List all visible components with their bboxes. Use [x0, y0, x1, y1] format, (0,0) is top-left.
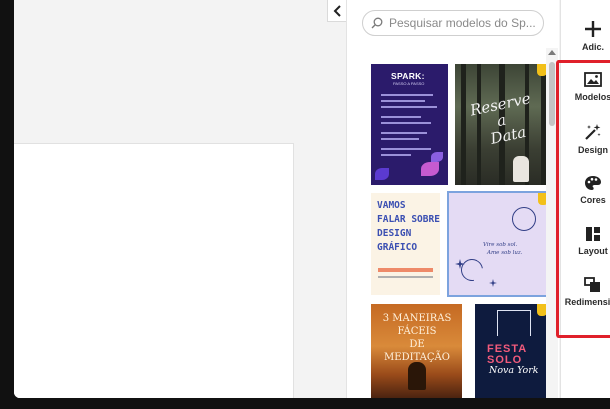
title-line: FALAR SOBRE — [377, 214, 440, 225]
bridge-illustration — [497, 310, 531, 336]
rail-item-redimension[interactable]: Redimension — [561, 277, 610, 323]
template-title: SPARK: — [391, 71, 425, 81]
palette-icon — [585, 176, 601, 190]
add-button[interactable]: Adic. — [561, 20, 610, 66]
rail-item-layout[interactable]: Layout — [561, 226, 610, 272]
title-line: GRÁFICO — [377, 242, 418, 253]
template-festa-solo-nova-york[interactable]: FESTA SOLO Nova York — [475, 304, 552, 398]
search-box[interactable] — [362, 10, 544, 36]
text-line — [381, 94, 433, 96]
rail-item-design[interactable]: Design — [561, 123, 610, 169]
resize-icon — [584, 277, 600, 292]
templates-scrollbar[interactable] — [546, 48, 558, 398]
text-line — [381, 148, 431, 150]
rail-item-label: Cores — [580, 195, 606, 205]
chevron-left-icon — [333, 4, 341, 17]
search-icon — [371, 17, 383, 29]
right-toolbar: Adic. Modelos Design Cores Layout Redime… — [560, 0, 610, 398]
templates-panel: SPARK: PASSO A PASSO — [346, 0, 559, 398]
rail-item-label: Layout — [578, 246, 608, 256]
image-icon — [584, 72, 602, 87]
template-quote: Vire sob sol. Ame sob luz. — [483, 241, 523, 257]
accent-bar — [378, 268, 433, 272]
search-input[interactable] — [389, 16, 539, 30]
magic-wand-icon — [585, 124, 601, 140]
layout-icon — [586, 227, 600, 241]
template-title: VAMOS FALAR SOBRE DESIGN GRÁFICO — [377, 199, 440, 255]
meditating-person-figure — [408, 362, 426, 390]
title-line: VAMOS — [377, 200, 406, 211]
template-title: 3 MANEIRAS FÁCEIS DE MEDITAÇÃO — [379, 312, 455, 364]
rail-item-label: Design — [577, 145, 608, 155]
leaf-decoration — [421, 162, 439, 176]
plus-icon — [585, 21, 601, 37]
couple-figure — [513, 156, 529, 182]
text-line — [381, 122, 431, 124]
rail-item-label: Redimension — [564, 297, 610, 307]
sun-face-icon — [512, 207, 536, 231]
leaf-decoration — [375, 168, 389, 180]
text-line — [381, 106, 437, 108]
star-icon — [455, 259, 465, 269]
text-line — [381, 154, 411, 156]
template-maneiras-de-meditacao[interactable]: 3 MANEIRAS FÁCEIS DE MEDITAÇÃO — [371, 304, 462, 398]
rail-item-cores[interactable]: Cores — [561, 175, 610, 221]
template-subtitle: PASSO A PASSO — [393, 81, 425, 86]
template-subtitle: Nova York — [489, 365, 539, 376]
leaf-decoration — [431, 152, 443, 162]
scroll-thumb[interactable] — [549, 62, 555, 126]
tree-trunk — [461, 64, 466, 185]
template-reserve-a-data[interactable]: Reserve a Data — [455, 64, 552, 185]
star-icon — [489, 279, 497, 287]
title-line: DESIGN — [377, 228, 412, 239]
title-line: DE MEDITAÇÃO — [384, 339, 450, 363]
quote-line: Vire sob sol. — [483, 242, 518, 248]
rail-item-modelos[interactable]: Modelos — [561, 72, 610, 118]
template-spark-passo-a-passo[interactable]: SPARK: PASSO A PASSO — [371, 64, 448, 185]
canvas-area[interactable] — [14, 0, 346, 398]
quote-line: Ame sob luz. — [487, 250, 523, 256]
template-title: FESTA SOLO — [487, 344, 527, 366]
template-vire-sob-sol[interactable]: Vire sob sol. Ame sob luz. — [447, 191, 552, 297]
rail-item-label: Modelos — [574, 92, 610, 102]
add-label: Adic. — [581, 42, 604, 52]
text-line — [381, 116, 421, 118]
scroll-up-arrow-icon[interactable] — [548, 50, 556, 55]
template-vamos-falar-sobre-design[interactable]: VAMOS FALAR SOBRE DESIGN GRÁFICO — [371, 193, 440, 295]
artboard[interactable] — [14, 143, 294, 398]
divider-line — [378, 276, 433, 278]
spark-editor-app: SPARK: PASSO A PASSO — [14, 0, 610, 398]
title-line: 3 MANEIRAS FÁCEIS — [382, 313, 452, 337]
text-line — [381, 132, 427, 134]
text-line — [381, 100, 425, 102]
text-line — [381, 138, 419, 140]
screen-frame: SPARK: PASSO A PASSO — [0, 0, 610, 409]
